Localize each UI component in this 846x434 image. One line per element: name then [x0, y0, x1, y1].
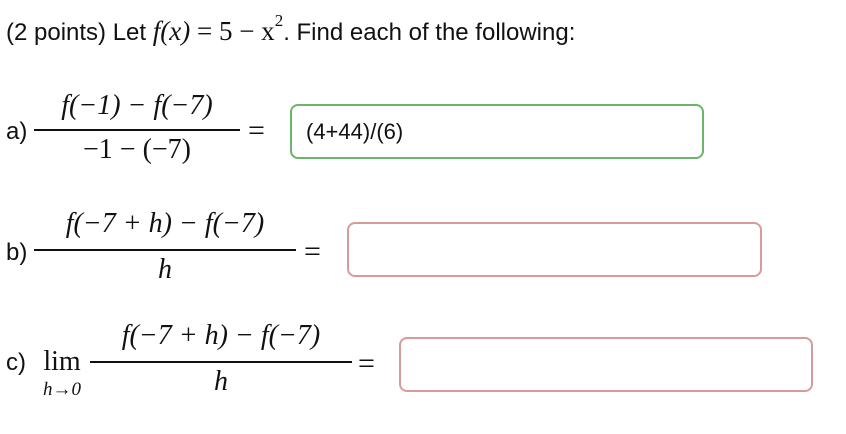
- part-c-equals: =: [358, 347, 375, 380]
- part-b-answer-input[interactable]: [347, 222, 762, 277]
- part-c-limit: lim h→0: [32, 347, 92, 403]
- problem-statement: (2 points) Let f(x) = 5 − x2. Find each …: [6, 12, 575, 52]
- part-c-fraction: f(−7 + h) − f(−7) h: [90, 320, 352, 400]
- part-c-denominator: h: [214, 366, 228, 397]
- part-b-fraction-bar: [34, 249, 296, 251]
- part-a-equals: =: [248, 114, 265, 147]
- part-b-equals: =: [304, 235, 321, 268]
- part-c-fraction-bar: [90, 361, 352, 363]
- part-a-numerator: f(−1) − f(−7): [61, 90, 213, 121]
- function-lhs: f(x): [152, 16, 191, 46]
- part-c-numerator: f(−7 + h) − f(−7): [121, 320, 321, 351]
- problem-prefix: (2 points) Let: [6, 19, 153, 46]
- part-a-denominator: −1 − (−7): [82, 134, 192, 165]
- function-rhs: 5 − x: [218, 16, 275, 46]
- part-b-fraction: f(−7 + h) − f(−7) h: [34, 208, 296, 288]
- part-a-label: a): [6, 118, 28, 145]
- limit-subscript: h→0: [43, 379, 81, 400]
- part-a-fraction-bar: [34, 129, 240, 131]
- limit-word: lim: [43, 346, 81, 377]
- part-c-answer-input[interactable]: [399, 337, 813, 392]
- part-a-answer-input[interactable]: (4+44)/(6): [290, 104, 704, 159]
- part-b-label: b): [6, 239, 28, 266]
- part-a-fraction: f(−1) − f(−7) −1 − (−7): [34, 88, 240, 168]
- part-b-numerator: f(−7 + h) − f(−7): [65, 208, 265, 239]
- function-equals: =: [190, 16, 219, 46]
- function-exponent: 2: [274, 11, 284, 30]
- part-c-label: c): [6, 349, 26, 376]
- part-b-denominator: h: [158, 254, 172, 285]
- problem-suffix: . Find each of the following:: [283, 19, 576, 46]
